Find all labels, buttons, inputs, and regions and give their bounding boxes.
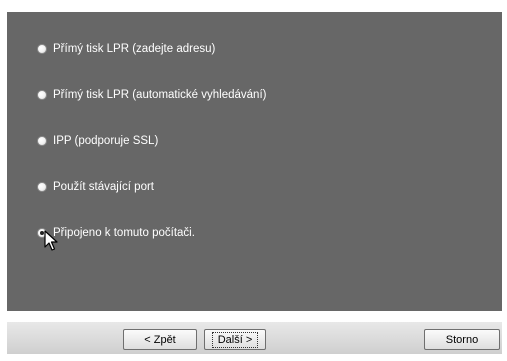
cancel-button[interactable]: Storno	[424, 329, 500, 350]
wizard-button-bar: < Zpět Další > Storno	[7, 321, 502, 354]
next-button[interactable]: Další >	[204, 329, 266, 350]
connection-options-panel: Přímý tisk LPR (zadejte adresu) Přímý ti…	[7, 12, 502, 311]
radio-lpr-auto-search[interactable]	[37, 90, 47, 100]
radio-ipp-ssl[interactable]	[37, 136, 47, 146]
radio-lpr-direct-address[interactable]	[37, 44, 47, 54]
option-label: Přímý tisk LPR (zadejte adresu)	[53, 43, 216, 55]
option-lpr-direct-address[interactable]: Přímý tisk LPR (zadejte adresu)	[37, 39, 215, 59]
option-connected-to-this-computer[interactable]: Připojeno k tomuto počítači.	[37, 223, 195, 243]
next-button-label: Další >	[211, 331, 259, 348]
option-lpr-auto-search[interactable]: Přímý tisk LPR (automatické vyhledávání)	[37, 85, 266, 105]
option-label: Připojeno k tomuto počítači.	[53, 227, 195, 239]
option-existing-port[interactable]: Použít stávající port	[37, 177, 154, 197]
option-label: Přímý tisk LPR (automatické vyhledávání)	[53, 89, 267, 101]
back-button[interactable]: < Zpět	[123, 329, 197, 350]
radio-existing-port[interactable]	[37, 182, 47, 192]
option-label: Použít stávající port	[53, 181, 154, 193]
option-label: IPP (podporuje SSL)	[53, 135, 159, 147]
mouse-pointer-icon	[44, 230, 58, 251]
option-ipp-ssl[interactable]: IPP (podporuje SSL)	[37, 131, 158, 151]
